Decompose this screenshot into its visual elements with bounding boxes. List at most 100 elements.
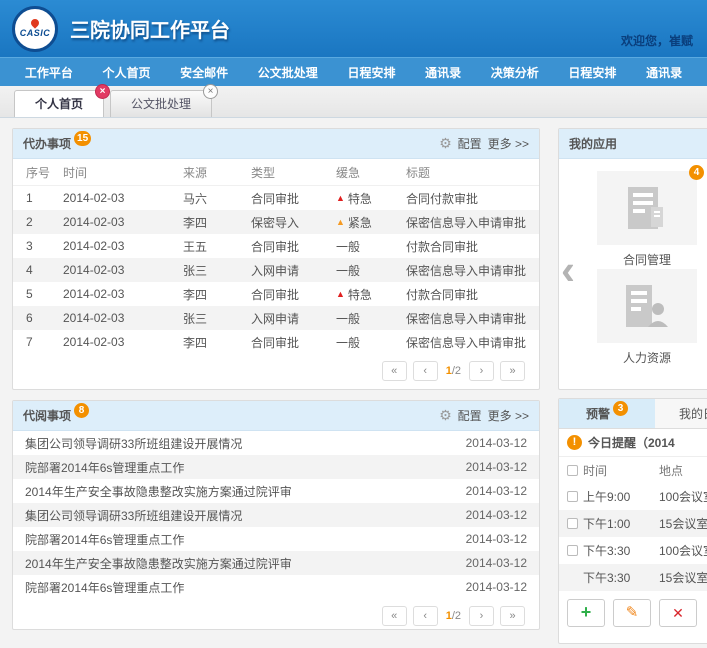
table-row[interactable]: 1 2014-02-03 马六 合同审批 ▲特急 合同付款审批 bbox=[13, 186, 539, 210]
panel-title: 代办事项 bbox=[23, 135, 71, 152]
page-indicator: 1/2 bbox=[444, 610, 463, 622]
urgency-text: 特急 bbox=[348, 286, 372, 303]
alert-count-badge: 3 bbox=[613, 401, 628, 416]
first-page-button[interactable]: « bbox=[382, 361, 407, 381]
gear-icon[interactable]: ⚙ bbox=[439, 135, 452, 152]
item-date: 2014-03-12 bbox=[466, 508, 527, 522]
cell-source: 李四 bbox=[183, 286, 251, 303]
tab-personal-home[interactable]: 个人首页 × bbox=[14, 90, 104, 117]
checkbox[interactable] bbox=[567, 518, 578, 529]
gear-icon[interactable]: ⚙ bbox=[439, 407, 452, 424]
last-page-button[interactable]: » bbox=[500, 361, 525, 381]
contract-app-icon bbox=[626, 185, 668, 231]
nav-item-docbatch[interactable]: 公文批处理 bbox=[258, 64, 318, 81]
first-page-button[interactable]: « bbox=[382, 606, 407, 626]
urgency-triangle-icon: ▲ bbox=[336, 217, 345, 227]
table-row[interactable]: 3 2014-02-03 王五 合同审批 ▲一般 付款合同审批 bbox=[13, 234, 539, 258]
col-place: 地点 bbox=[659, 462, 707, 479]
cell-urgency: ▲紧急 bbox=[336, 214, 406, 231]
add-button[interactable]: + bbox=[567, 599, 605, 627]
close-tab-icon[interactable]: × bbox=[203, 84, 218, 99]
cell-source: 王五 bbox=[183, 238, 251, 255]
cell-urgency: ▲一般 bbox=[336, 334, 406, 351]
nav-item-schedule-2[interactable]: 日程安排 bbox=[568, 64, 616, 81]
pagination: « ‹ 1/2 › » bbox=[13, 599, 539, 626]
table-row[interactable]: 2 2014-02-03 李四 保密导入 ▲紧急 保密信息导入申请审批 bbox=[13, 210, 539, 234]
cell-seq: 4 bbox=[13, 263, 63, 277]
cell-title: 保密信息导入申请审批 bbox=[406, 262, 539, 279]
app-label[interactable]: 合同管理 bbox=[597, 251, 697, 268]
list-item[interactable]: 院部署2014年6s管理重点工作 2014-03-12 bbox=[13, 455, 539, 479]
table-row[interactable]: 7 2014-02-03 李四 合同审批 ▲一般 保密信息导入申请审批 bbox=[13, 330, 539, 354]
prev-page-button[interactable]: ‹ bbox=[413, 606, 438, 626]
hr-app-icon bbox=[624, 283, 670, 329]
next-page-button[interactable]: › bbox=[469, 606, 494, 626]
app-tile-hr[interactable] bbox=[597, 269, 697, 343]
nav-item-contacts[interactable]: 通讯录 bbox=[425, 64, 461, 81]
urgency-text: 一般 bbox=[336, 262, 360, 279]
cell-seq: 5 bbox=[13, 287, 63, 301]
tab-my-schedule[interactable]: 我的日程 bbox=[655, 399, 707, 428]
cell-time: 2014-02-03 bbox=[63, 287, 183, 301]
carousel-left-icon[interactable]: ‹ bbox=[561, 249, 575, 291]
checkbox[interactable] bbox=[567, 545, 578, 556]
read-panel-header: 代阅事项 8 ⚙ 配置 更多 >> bbox=[13, 401, 539, 431]
todo-count-badge: 15 bbox=[74, 131, 91, 146]
cell-time: 2014-02-03 bbox=[63, 239, 183, 253]
edit-button[interactable]: ✎ bbox=[613, 599, 651, 627]
last-page-button[interactable]: » bbox=[500, 606, 525, 626]
delete-button[interactable]: ✕ bbox=[659, 599, 697, 627]
app-label[interactable]: 人力资源 bbox=[597, 349, 697, 366]
schedule-row[interactable]: 上午9:00 100会议室 bbox=[559, 483, 707, 510]
cell-seq: 2 bbox=[13, 215, 63, 229]
today-reminder-header: ! 今日提醒（2014 bbox=[559, 429, 707, 457]
urgency-text: 一般 bbox=[336, 334, 360, 351]
table-row[interactable]: 4 2014-02-03 张三 入网申请 ▲一般 保密信息导入申请审批 bbox=[13, 258, 539, 282]
schedule-row[interactable]: 下午3:30 100会议室 bbox=[559, 537, 707, 564]
panel-title: 代阅事项 bbox=[23, 407, 71, 424]
nav-item-contacts-2[interactable]: 通讯录 bbox=[646, 64, 682, 81]
table-row[interactable]: 5 2014-02-03 李四 合同审批 ▲特急 付款合同审批 bbox=[13, 282, 539, 306]
list-item[interactable]: 院部署2014年6s管理重点工作 2014-03-12 bbox=[13, 575, 539, 599]
list-item[interactable]: 院部署2014年6s管理重点工作 2014-03-12 bbox=[13, 527, 539, 551]
nav-item-securemail[interactable]: 安全邮件 bbox=[180, 64, 228, 81]
urgency-triangle-icon: ▲ bbox=[336, 289, 345, 299]
nav-item-homepage[interactable]: 个人首页 bbox=[102, 64, 150, 81]
tab-doc-batch[interactable]: 公文批处理 × bbox=[110, 90, 212, 117]
cell-time: 2014-02-03 bbox=[63, 191, 183, 205]
tab-alerts[interactable]: 预警 3 bbox=[559, 399, 655, 428]
col-time: 时间 bbox=[583, 462, 607, 479]
cell-place: 15会议室 bbox=[659, 515, 707, 532]
more-link[interactable]: 更多 >> bbox=[488, 407, 529, 424]
nav-item-analysis[interactable]: 决策分析 bbox=[491, 64, 539, 81]
cell-time: 2014-02-03 bbox=[63, 215, 183, 229]
nav-item-schedule[interactable]: 日程安排 bbox=[347, 64, 395, 81]
table-row[interactable]: 6 2014-02-03 张三 入网申请 ▲一般 保密信息导入申请审批 bbox=[13, 306, 539, 330]
list-item[interactable]: 2014年生产安全事故隐患整改实施方案通过院评审 2014-03-12 bbox=[13, 479, 539, 503]
schedule-row[interactable]: 下午3:30 15会议室 bbox=[559, 564, 707, 591]
select-all-checkbox[interactable] bbox=[567, 465, 578, 476]
checkbox[interactable] bbox=[567, 491, 578, 502]
close-tab-icon[interactable]: × bbox=[95, 84, 110, 99]
next-page-button[interactable]: › bbox=[469, 361, 494, 381]
prev-page-button[interactable]: ‹ bbox=[413, 361, 438, 381]
logo-flame-icon bbox=[29, 17, 40, 28]
schedule-row[interactable]: 下午1:00 15会议室 bbox=[559, 510, 707, 537]
list-item[interactable]: 集团公司领导调研33所班组建设开展情况 2014-03-12 bbox=[13, 503, 539, 527]
app-tile-contract[interactable]: 4 bbox=[597, 171, 697, 245]
cell-title: 合同付款审批 bbox=[406, 190, 539, 207]
configure-link[interactable]: 配置 bbox=[458, 407, 482, 424]
list-item[interactable]: 集团公司领导调研33所班组建设开展情况 2014-03-12 bbox=[13, 431, 539, 455]
nav-item-workbench[interactable]: 工作平台 bbox=[25, 64, 73, 81]
cell-title: 保密信息导入申请审批 bbox=[406, 334, 539, 351]
list-item[interactable]: 2014年生产安全事故隐患整改实施方案通过院评审 2014-03-12 bbox=[13, 551, 539, 575]
tab-label: 公文批处理 bbox=[131, 97, 191, 111]
schedule-actions: + ✎ ✕ bbox=[559, 591, 707, 635]
more-link[interactable]: 更多 >> bbox=[488, 135, 529, 152]
cell-type: 合同审批 bbox=[251, 286, 336, 303]
page-title: 三院协同工作平台 bbox=[70, 14, 230, 43]
cell-time: 2014-02-03 bbox=[63, 311, 183, 325]
item-date: 2014-03-12 bbox=[466, 460, 527, 474]
configure-link[interactable]: 配置 bbox=[458, 135, 482, 152]
tab-label: 个人首页 bbox=[35, 97, 83, 111]
